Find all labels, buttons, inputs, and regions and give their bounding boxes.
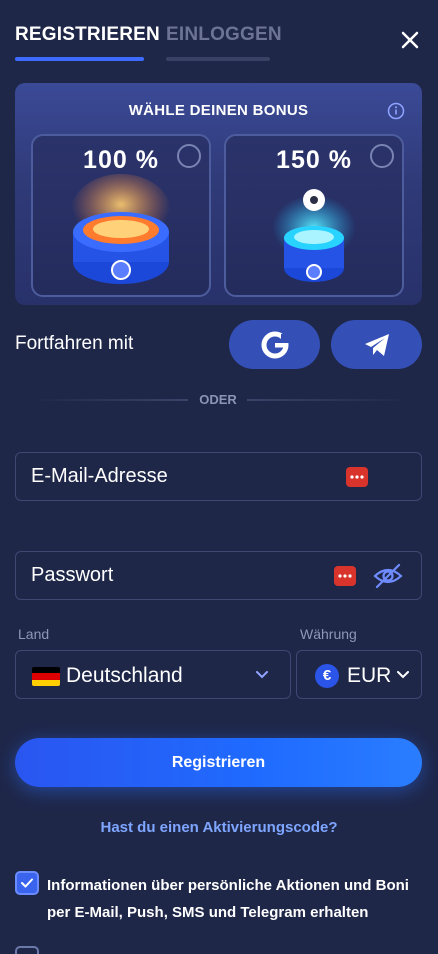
currency-value: EUR <box>347 664 392 687</box>
bonus-radio[interactable] <box>177 144 201 168</box>
telegram-icon <box>364 333 389 356</box>
check-icon <box>21 878 33 888</box>
country-select[interactable]: Deutschland <box>15 650 291 699</box>
info-icon[interactable] <box>387 102 405 120</box>
consent-text: Informationen über persönliche Aktionen … <box>47 877 409 921</box>
bonus-panel: WÄHLE DEINEN BONUS 100 % 150 % <box>15 83 422 305</box>
divider-left <box>30 399 188 401</box>
country-value: Deutschland <box>66 664 183 687</box>
close-icon[interactable] <box>398 28 422 52</box>
euro-icon: € <box>315 664 339 688</box>
chevron-down-icon <box>256 671 268 679</box>
telegram-login-button[interactable] <box>331 320 422 369</box>
eye-off-icon[interactable] <box>372 562 404 590</box>
bonus-option-150[interactable]: 150 % <box>224 134 404 297</box>
currency-label: Währung <box>300 626 357 642</box>
password-input[interactable] <box>31 552 331 599</box>
second-checkbox[interactable] <box>15 946 39 954</box>
bonus-platform-illustration <box>272 189 356 282</box>
google-icon <box>261 331 289 358</box>
germany-flag-icon <box>32 667 60 686</box>
password-dots-icon[interactable] <box>334 566 356 586</box>
tab-register-underline <box>15 57 144 61</box>
tab-login-underline <box>166 57 270 61</box>
password-field[interactable] <box>15 551 422 600</box>
tab-login[interactable]: EINLOGGEN <box>166 24 282 46</box>
bonus-platform-illustration <box>71 174 171 284</box>
bonus-option-100[interactable]: 100 % <box>31 134 211 297</box>
email-field[interactable] <box>15 452 422 501</box>
chevron-down-icon <box>397 671 409 679</box>
bonus-radio[interactable] <box>370 144 394 168</box>
divider-text: ODER <box>199 392 237 407</box>
email-input[interactable] <box>31 453 331 500</box>
tab-register[interactable]: REGISTRIEREN <box>15 24 160 46</box>
auth-tabs: REGISTRIEREN EINLOGGEN <box>0 0 438 64</box>
activation-code-link[interactable]: Hast du einen Aktivierungscode? <box>0 819 438 836</box>
password-dots-icon[interactable] <box>346 467 368 487</box>
currency-select[interactable]: € EUR <box>296 650 422 699</box>
register-button[interactable]: Registrieren <box>15 738 422 787</box>
consent-checkbox[interactable] <box>15 871 39 895</box>
continue-with-label: Fortfahren mit <box>15 333 134 354</box>
country-label: Land <box>18 626 50 642</box>
divider-right <box>247 399 412 401</box>
google-login-button[interactable] <box>229 320 320 369</box>
bonus-title: WÄHLE DEINEN BONUS <box>128 102 309 119</box>
